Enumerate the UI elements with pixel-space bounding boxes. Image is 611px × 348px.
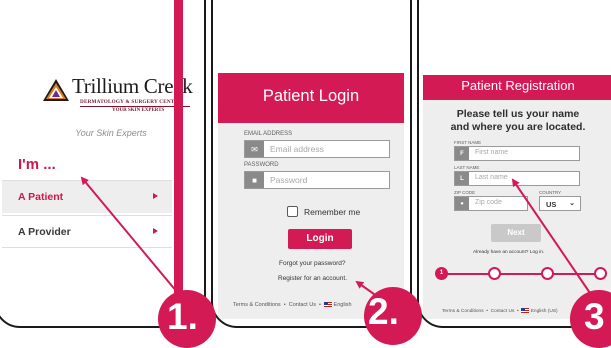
accent-bar — [174, 0, 183, 326]
step-badge-1: 1. — [158, 290, 216, 348]
register-link[interactable]: Register for an account. — [278, 275, 347, 282]
step-2-dot — [488, 267, 501, 280]
page-title: Patient Registration — [461, 78, 575, 93]
logo-subtitle-2: YOUR SKIN EXPERTS — [112, 108, 165, 113]
language-selector[interactable]: English (US) — [531, 309, 558, 314]
chevron-down-icon: ⌄ — [569, 200, 575, 207]
badge-label: 2. — [368, 291, 399, 332]
option-a-patient[interactable]: A Patient — [2, 180, 172, 213]
step-number: 1 — [439, 270, 444, 276]
tagline: Your Skin Experts — [75, 128, 147, 138]
progress-track — [439, 273, 605, 275]
envelope-icon: ✉ — [245, 141, 264, 157]
us-flag-icon — [521, 308, 530, 313]
option-label: A Provider — [18, 226, 71, 238]
terms-link[interactable]: Terms & Conditions — [442, 309, 484, 314]
location-pin-icon: ● — [455, 197, 469, 210]
contact-link[interactable]: Contact Us — [289, 302, 316, 308]
lock-icon: ■ — [245, 172, 264, 188]
last-name-field[interactable]: L Last name — [454, 171, 580, 186]
heading-line-2: and where you are located. — [450, 121, 586, 133]
step-badge-2: 2. — [364, 287, 422, 345]
email-label: EMAIL ADDRESS — [244, 131, 293, 137]
heading-line-1: Please tell us your name — [456, 108, 580, 120]
zip-code-field[interactable]: ● Zip code — [454, 196, 528, 211]
last-initial-icon: L — [455, 172, 469, 185]
registration-form: Please tell us your name and where you a… — [423, 100, 611, 319]
forgot-password-link[interactable]: Forgot your password? — [279, 260, 345, 267]
trillium-creek-logo: Trillium Creek DERMATOLOGY & SURGERY CEN… — [42, 74, 193, 118]
login-footer: Terms & Conditions • Contact Us • Englis… — [233, 302, 352, 308]
password-label: PASSWORD — [244, 162, 279, 168]
last-name-placeholder: Last name — [475, 174, 508, 181]
chevron-right-icon — [153, 193, 158, 199]
first-name-placeholder: First name — [475, 149, 509, 156]
page-title: Patient Login — [262, 87, 360, 105]
country-label: COUNTRY — [539, 190, 562, 195]
zip-label: ZIP CODE — [454, 190, 476, 195]
terms-link[interactable]: Terms & Conditions — [233, 302, 281, 308]
first-name-field[interactable]: F First name — [454, 146, 580, 161]
step-3-dot — [541, 267, 554, 280]
remember-label: Remember me — [304, 207, 361, 217]
login-button[interactable]: Login — [288, 229, 352, 249]
registration-header: Patient Registration — [423, 75, 611, 100]
password-placeholder: Password — [270, 175, 308, 185]
registration-heading: Please tell us your name and where you a… — [423, 108, 611, 134]
logo-subtitle: DERMATOLOGY & SURGERY CENTER — [80, 99, 183, 105]
password-field[interactable]: ■ Password — [244, 171, 390, 189]
us-flag-icon — [324, 302, 332, 308]
contact-link[interactable]: Contact Us — [491, 309, 515, 314]
last-name-label: LAST NAME — [454, 165, 480, 170]
first-name-label: FIRST NAME — [454, 140, 482, 145]
option-label: A Patient — [18, 191, 64, 203]
step-1-dot: 1 — [435, 267, 448, 280]
option-a-provider[interactable]: A Provider — [2, 215, 172, 248]
next-button[interactable]: Next — [491, 224, 541, 242]
badge-label: 1. — [167, 296, 198, 337]
badge-label: 3 — [584, 296, 605, 337]
chevron-right-icon — [153, 228, 158, 234]
zip-placeholder: Zip code — [475, 199, 502, 206]
country-select[interactable]: US ⌄ — [539, 196, 581, 211]
registration-footer: Terms & Conditions • Contact Us • Englis… — [442, 308, 558, 314]
step-4-dot — [594, 267, 607, 280]
login-form: EMAIL ADDRESS ✉ Email address PASSWORD ■… — [218, 123, 404, 319]
language-selector[interactable]: English — [334, 302, 352, 308]
email-field[interactable]: ✉ Email address — [244, 140, 390, 158]
login-header: Patient Login — [218, 73, 404, 123]
first-initial-icon: F — [455, 147, 469, 160]
role-heading: I'm ... — [18, 156, 56, 173]
trillium-logo-icon — [43, 79, 69, 101]
phone-screen-role-select: Trillium Creek DERMATOLOGY & SURGERY CEN… — [0, 0, 206, 328]
phone-screen-patient-registration: Patient Registration Please tell us your… — [417, 0, 611, 328]
remember-checkbox[interactable] — [287, 206, 298, 217]
country-value: US — [546, 200, 557, 209]
login-link[interactable]: Already have an account? Log in. — [473, 250, 544, 255]
email-placeholder: Email address — [270, 144, 324, 154]
phone-screen-patient-login: Patient Login EMAIL ADDRESS ✉ Email addr… — [211, 0, 412, 328]
